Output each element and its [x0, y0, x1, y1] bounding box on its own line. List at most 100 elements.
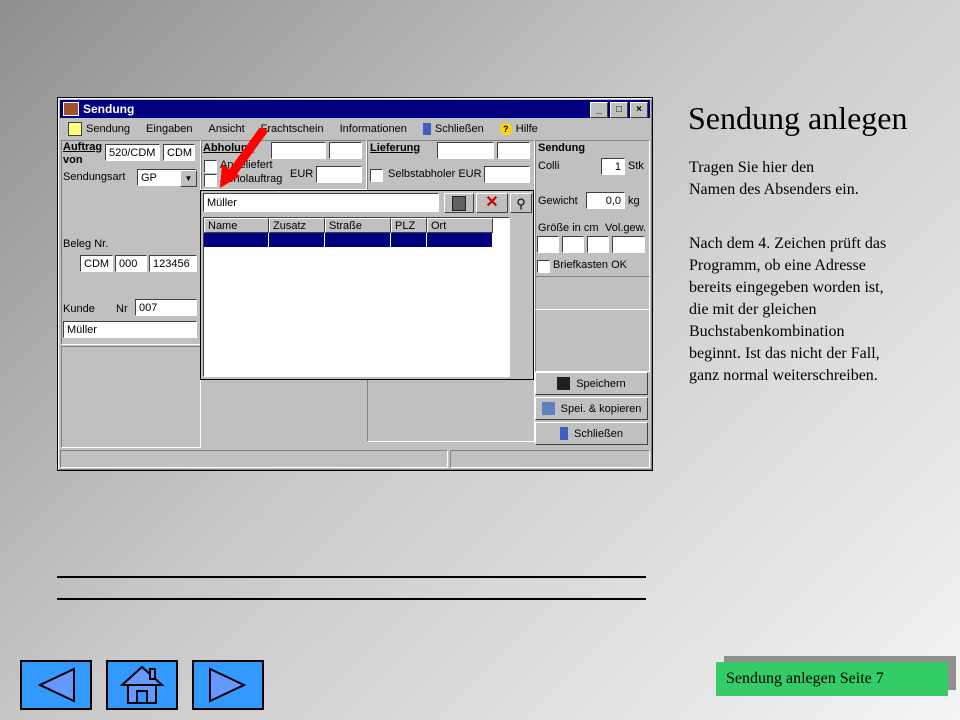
kg-label: kg [628, 195, 640, 207]
address-search-input[interactable]: Müller [203, 193, 439, 212]
maximize-button[interactable]: □ [610, 102, 628, 118]
column-plz[interactable]: PLZ [391, 218, 427, 233]
lieferung-field-1[interactable] [437, 142, 494, 159]
home-button[interactable] [106, 660, 178, 710]
grid-header: Name Zusatz Straße PLZ Ort [204, 218, 509, 233]
previous-button[interactable] [20, 660, 92, 710]
column-zusatz[interactable]: Zusatz [269, 218, 325, 233]
kunde-name-field[interactable]: Müller [63, 321, 197, 338]
next-button[interactable] [192, 660, 264, 710]
notes-panel [61, 346, 201, 448]
address-search-popup: Müller ✕ ⚲ Name Zusatz Straße PLZ Ort [200, 190, 534, 380]
cancel-search-button[interactable]: ✕ [476, 193, 508, 213]
auftrag-nr-field[interactable]: 520/CDM [105, 144, 160, 161]
window-titlebar[interactable]: Sendung _ □ × [60, 100, 650, 118]
abholung-eur-field[interactable] [316, 166, 362, 183]
cell-name [204, 233, 269, 247]
groesse-b-field[interactable] [562, 236, 584, 253]
stk-label: Stk [628, 160, 644, 172]
beleg-field-3[interactable]: 123456 [149, 255, 197, 272]
chevron-down-icon[interactable]: ▼ [180, 170, 197, 187]
selbstabholer-label: Selbstabholer EUR [388, 168, 482, 180]
menu-informationen[interactable]: Informationen [332, 123, 415, 135]
divider-line-1 [57, 576, 646, 578]
abholung-field-2[interactable] [329, 142, 362, 159]
slide-paragraph-1: Tragen Sie hier den Namen des Absenders … [689, 159, 859, 198]
cell-zusatz [269, 233, 325, 247]
close-icon: ✕ [485, 194, 499, 211]
page-footer-label: Sendung anlegen Seite 7 [716, 662, 948, 696]
spei-kopieren-button[interactable]: Spei. & kopieren [535, 397, 648, 420]
close-button[interactable]: × [630, 102, 648, 118]
column-name[interactable]: Name [204, 218, 269, 233]
triangle-right-icon [209, 667, 247, 703]
schliessen-button[interactable]: Schließen [535, 422, 648, 445]
help-icon: ? [499, 123, 512, 135]
auftrag-label: Auftrag [63, 141, 103, 153]
cell-ort [427, 233, 493, 247]
column-ort[interactable]: Ort [427, 218, 493, 233]
kunde-nr-field[interactable]: 007 [135, 299, 197, 316]
briefkasten-label: Briefkasten OK [553, 259, 627, 271]
colli-field[interactable]: 1 [601, 158, 625, 175]
statusbar-pane-1 [60, 450, 448, 468]
abholung-field-1[interactable] [271, 142, 326, 159]
slide-heading: Sendung anlegen [688, 100, 908, 136]
statusbar [60, 450, 650, 468]
search-icon: ⚲ [516, 195, 526, 211]
abholung-eur-label: EUR [290, 168, 314, 180]
document-icon [68, 122, 82, 136]
menu-schliessen[interactable]: Schließen [415, 123, 492, 135]
app-icon [63, 102, 79, 116]
column-strasse[interactable]: Straße [325, 218, 391, 233]
cell-plz [391, 233, 427, 247]
table-row[interactable] [204, 233, 509, 247]
sendung-label: Sendung [538, 142, 586, 154]
gewicht-label: Gewicht [538, 195, 578, 207]
delete-search-button[interactable] [444, 193, 474, 213]
search-button[interactable]: ⚲ [510, 193, 532, 213]
statusbar-pane-2 [450, 450, 650, 468]
slide-paragraph-2: Nach dem 4. Zeichen prüft das Programm, … [689, 235, 887, 384]
volgew-label: Vol.gew. [605, 222, 646, 234]
divider-line-2 [57, 598, 646, 600]
minimize-button[interactable]: _ [590, 102, 608, 118]
red-pointer-arrow [220, 128, 268, 188]
triangle-left-icon [37, 667, 75, 703]
nr-label: Nr [116, 303, 128, 315]
sendung-subpanel [535, 276, 650, 310]
menu-hilfe[interactable]: ? Hilfe [492, 123, 546, 135]
floppy-disk-icon [557, 377, 571, 390]
door-icon [422, 123, 431, 135]
gewicht-field[interactable]: 0,0 [586, 192, 625, 209]
sendungsart-label: Sendungsart [63, 171, 126, 183]
beleg-field-2[interactable]: 000 [115, 255, 147, 272]
window-title: Sendung [83, 102, 135, 116]
trash-icon [452, 195, 466, 211]
von-label: von [63, 154, 83, 166]
groesse-h-field[interactable] [587, 236, 609, 253]
selbstabholer-checkbox[interactable] [370, 169, 383, 182]
home-icon [119, 665, 165, 704]
menu-eingaben[interactable]: Eingaben [138, 123, 201, 135]
cell-strasse [325, 233, 391, 247]
colli-label: Colli [538, 160, 560, 172]
beleg-field-1[interactable]: CDM [80, 255, 113, 272]
lieferung-label: Lieferung [370, 142, 421, 154]
menu-sendung[interactable]: Sendung [60, 122, 138, 136]
copy-icon [541, 402, 555, 415]
lieferung-field-2[interactable] [497, 142, 530, 159]
kunde-label: Kunde [63, 303, 95, 315]
groesse-l-field[interactable] [537, 236, 559, 253]
auftrag-code-field[interactable]: CDM [163, 144, 195, 161]
address-result-grid[interactable]: Name Zusatz Straße PLZ Ort [203, 217, 510, 377]
volgew-field[interactable] [612, 236, 645, 253]
sendung-panel [535, 140, 650, 372]
beleg-label: Beleg Nr. [63, 238, 109, 250]
selbstabholer-field[interactable] [484, 166, 530, 183]
briefkasten-checkbox[interactable] [537, 260, 550, 273]
groesse-label: Größe in cm [538, 222, 599, 234]
door-icon [560, 427, 569, 440]
speichern-button[interactable]: Speichern [535, 372, 648, 395]
menubar: Sendung Eingaben Ansicht Frachtschein In… [60, 119, 650, 139]
